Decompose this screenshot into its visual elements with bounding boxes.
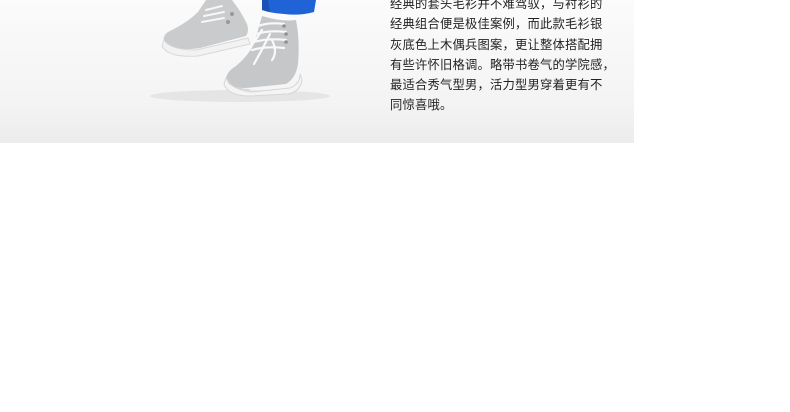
description-line: 经典组合便是极佳案例，而此款毛衫银 xyxy=(390,17,603,32)
product-description: 经典的套头毛衫并不难驾驭，与衬衫的 经典组合便是极佳案例，而此款毛衫银 灰底色上… xyxy=(390,0,615,116)
description-line: 经典的套头毛衫并不难驾驭，与衬衫的 xyxy=(390,0,603,11)
description-line: 灰底色上木偶兵图案，更让整体搭配拥 xyxy=(390,37,603,52)
description-line: 有些许怀旧格调。略带书卷气的学院感， xyxy=(390,57,615,72)
product-banner: 经典的套头毛衫并不难驾驭，与衬衫的 经典组合便是极佳案例，而此款毛衫银 灰底色上… xyxy=(0,0,634,143)
description-line: 最适合秀气型男，活力型男穿着更有不 xyxy=(390,78,603,93)
description-line: 同惊喜哦。 xyxy=(390,98,453,113)
